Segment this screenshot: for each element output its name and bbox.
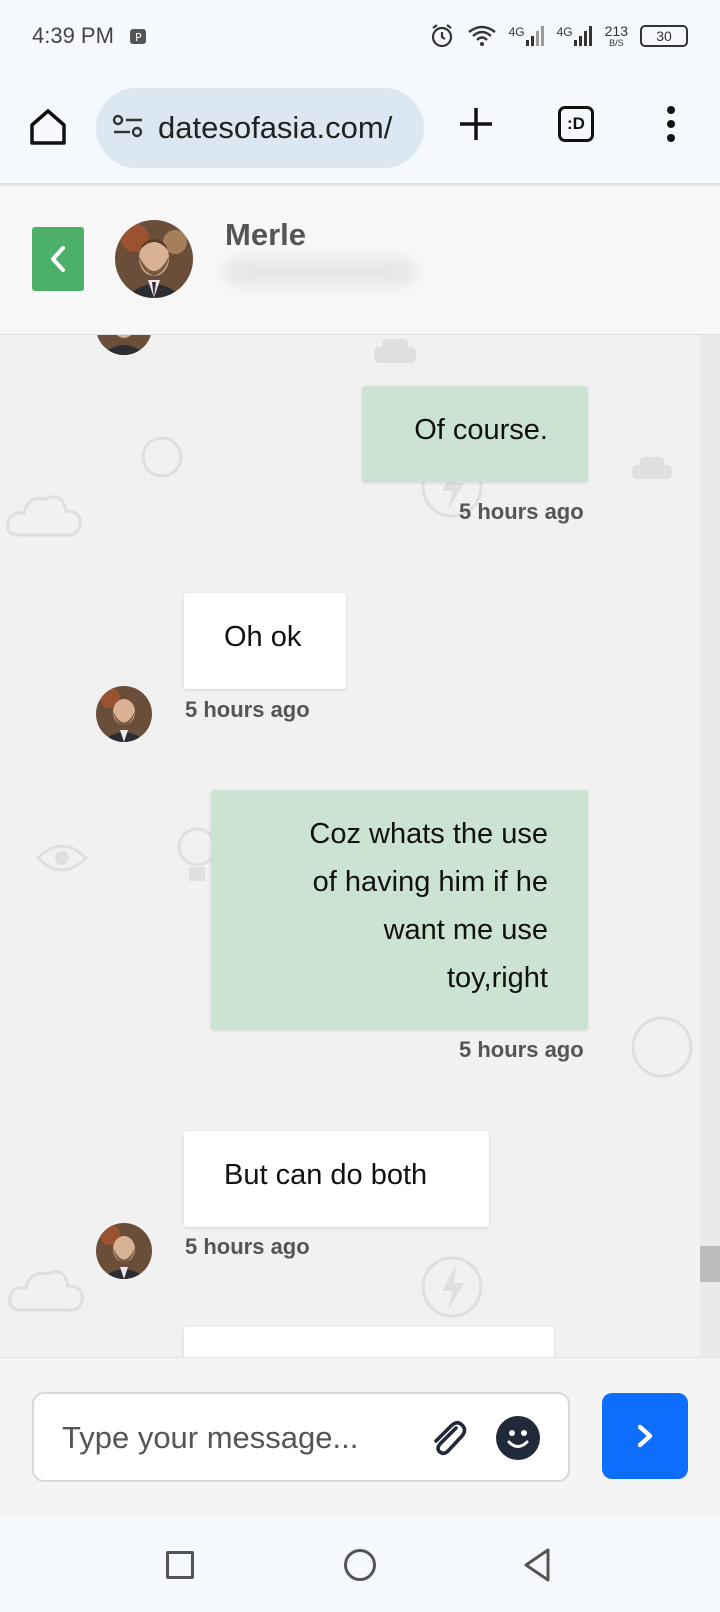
chat-header: Merle [0,187,720,335]
network-speed: 213 B/S [605,24,628,49]
alarm-icon [429,23,455,49]
smiley-icon[interactable] [496,1416,540,1460]
battery-icon: 30 [640,25,688,47]
message-timestamp: 5 hours ago [185,1234,310,1259]
message-text-line: toy,right [446,962,548,994]
back-button[interactable] [32,227,84,291]
message-input-container [32,1392,570,1482]
site-settings-icon[interactable] [112,112,144,145]
car-doodle-icon [632,457,672,479]
contact-avatar[interactable] [115,220,193,298]
contact-message-avatar [96,335,152,355]
back-nav-icon[interactable] [522,1547,552,1583]
browser-toolbar: datesofasia.com/ :D [0,72,720,185]
incoming-message-bubble[interactable]: But can do both [184,1131,489,1227]
address-bar[interactable]: datesofasia.com/ [96,88,424,168]
network-speed-value: 213 [604,22,628,39]
plug-doodle-icon [631,1016,693,1078]
message-timestamp: 5 hours ago [185,697,310,722]
car-doodle-icon [374,339,416,363]
signal-icon-sim2: 4G [557,25,593,47]
svg-text:P: P [135,31,142,44]
chat-messages[interactable]: Of course. 5 hours ago Oh ok 5 hours ago… [0,335,700,1357]
message-text-line: Coz whats the use [309,818,548,850]
home-nav-icon[interactable] [344,1549,376,1581]
cloud-doodle-icon [8,1270,84,1312]
status-bar: 4:39 PM P 4G 4G 213 B/S 30 [0,0,720,72]
paperclip-icon[interactable] [426,1416,470,1460]
incoming-message-bubble-partial[interactable] [184,1327,554,1357]
plug-doodle-icon [141,436,183,478]
contact-name: Merle [225,217,306,252]
more-options-icon[interactable] [656,102,686,146]
message-text: But can do both [224,1159,428,1191]
message-input[interactable] [62,1414,402,1462]
message-timestamp: 5 hours ago [459,1037,584,1062]
message-text: Oh ok [224,621,302,653]
outgoing-message-bubble[interactable]: Of course. [362,386,588,482]
blurred-status [225,259,415,285]
message-text: Of course. [414,414,548,446]
message-text-line: of having him if he [312,866,548,898]
status-time: 4:39 PM [32,23,114,48]
system-navigation-bar [0,1517,720,1612]
contact-message-avatar [96,1223,152,1279]
url-text: datesofasia.com/ [158,110,393,145]
scrollbar-thumb[interactable] [700,1246,720,1282]
signal-icon-sim1: 4G [509,25,545,47]
battery-level: 30 [656,28,672,44]
network-type-1: 4G [508,25,525,39]
app-notification-icon: P [128,26,148,46]
incoming-message-bubble[interactable]: Oh ok [184,593,346,689]
network-speed-unit: B/S [609,37,624,48]
tab-switcher-button[interactable]: :D [558,106,594,142]
bolt-doodle-icon [421,1256,483,1318]
eye-doodle-icon [36,844,88,872]
new-tab-plus-icon[interactable] [456,104,496,144]
message-timestamp: 5 hours ago [459,499,584,524]
outgoing-message-bubble[interactable]: Coz whats the use of having him if he wa… [211,790,588,1030]
recent-apps-icon[interactable] [166,1551,194,1579]
home-icon[interactable] [26,105,70,149]
chevron-left-icon [51,246,65,272]
chevron-right-icon [637,1424,653,1448]
contact-message-avatar [96,686,152,742]
cloud-doodle-icon [6,495,82,537]
message-text-line: want me use [383,914,548,946]
send-button[interactable] [602,1393,688,1479]
message-composer [0,1357,720,1517]
scrollbar-track[interactable] [700,335,720,1357]
network-type-2: 4G [556,25,573,39]
wifi-icon [467,24,497,48]
